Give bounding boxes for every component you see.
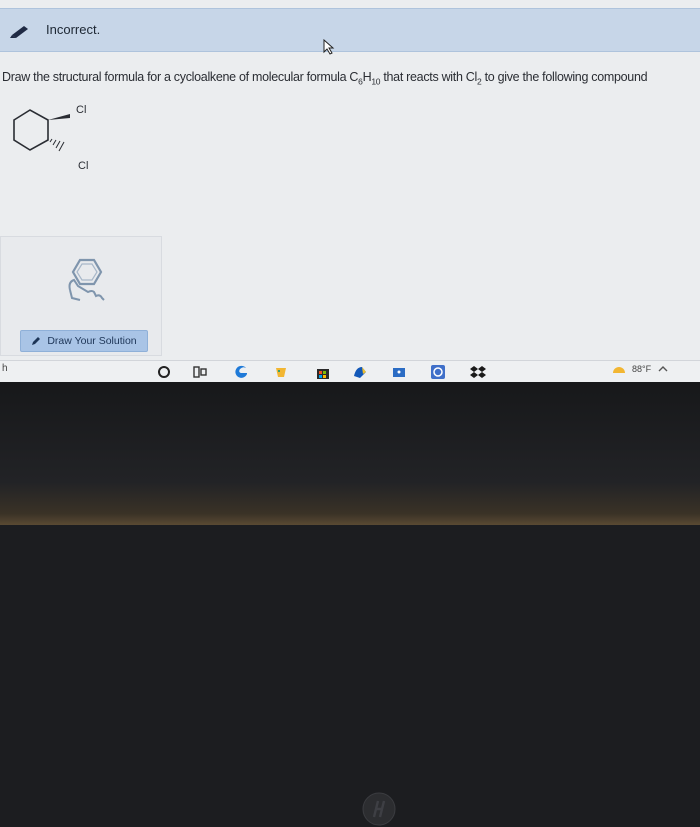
mouse-cursor-icon (323, 39, 335, 55)
browser-content: Incorrect. Draw the structural formula f… (0, 0, 700, 362)
draw-button-label: Draw Your Solution (47, 335, 137, 347)
feedback-banner: Incorrect. (0, 8, 700, 52)
question-prompt: Draw the structural formula for a cycloa… (2, 70, 648, 87)
chlorine-label-bottom: Cl (78, 160, 89, 172)
task-view-icon[interactable] (192, 364, 208, 380)
chlorine-label-top: Cl (76, 104, 87, 116)
dropbox-icon[interactable] (470, 364, 486, 380)
laptop-bezel (0, 382, 700, 826)
store-icon[interactable] (315, 364, 331, 380)
webex-icon[interactable] (430, 364, 446, 380)
app-blue-icon[interactable] (352, 364, 368, 380)
windows-taskbar (0, 360, 700, 383)
pencil-icon (10, 26, 28, 38)
sun-icon (613, 367, 625, 373)
mail-icon[interactable] (391, 364, 407, 380)
dichlorocyclohexane-structure: Cl Cl (2, 100, 122, 180)
file-explorer-icon[interactable] (273, 364, 289, 380)
sketcher-hand-icon (68, 258, 105, 301)
pencil-icon (32, 337, 41, 345)
chevron-up-icon[interactable] (657, 365, 669, 373)
status-text: Incorrect. (46, 22, 101, 37)
draw-your-solution-button[interactable]: Draw Your Solution (20, 330, 148, 352)
search-circle-icon[interactable] (156, 364, 172, 380)
edge-browser-icon[interactable] (233, 364, 249, 380)
taskbar-left-text: h (2, 363, 8, 374)
temperature-text: 88°F (632, 364, 652, 374)
hp-logo-icon (362, 792, 396, 826)
weather-widget[interactable]: 88°F (612, 364, 669, 374)
